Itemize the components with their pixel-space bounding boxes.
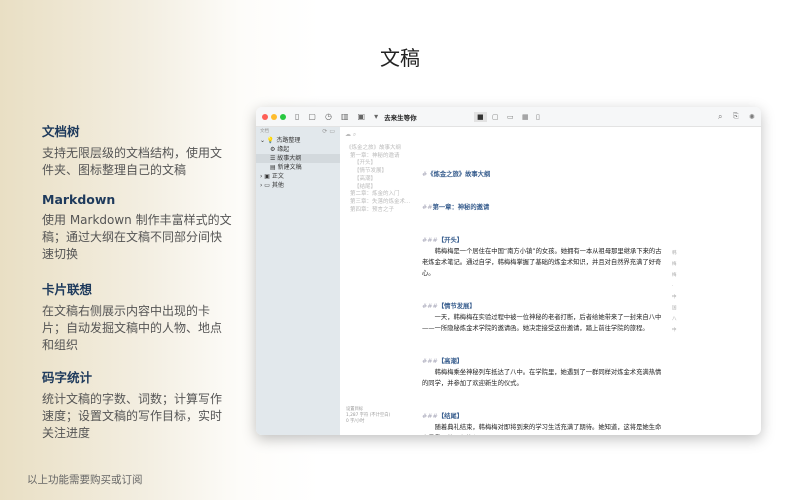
heading-marker: ### <box>422 358 438 365</box>
history-icon[interactable]: ◷ <box>325 112 332 121</box>
heading: ##第一章：神秘的邀请 <box>422 202 662 213</box>
paragraph-text: 随着典礼结束，韩梅梅对即将到来的学习生活充满了期待。她知道，这将是她生命中最重要… <box>434 424 662 431</box>
sidebar-item-folder[interactable]: ⌄ 💡 杰路整理 <box>256 136 340 145</box>
app-window: ▯ ▢ ◷ ▥ ▣ ▾ 去来生等你 ■ ▢ ▭ ▦ ▯ ⌕ ⎘ ✺ 文档 ⟳ ▭ … <box>256 107 761 435</box>
heading-marker: ### <box>422 237 438 244</box>
sidebar-item-label: 新建文稿 <box>277 164 302 171</box>
view-mode-editor-icon[interactable]: ■ <box>474 111 487 122</box>
feature-doc-tree: 文档树支持无限层级的文档结构，使用文件夹、图标整理自己的文稿 <box>42 121 232 179</box>
document-body[interactable]: #《炼金之旅》故事大纲 ##第一章：神秘的邀请 ###【开头】 韩梅梅是一个居住在中国… <box>422 169 677 435</box>
feature-text: 使用 Markdown 制作丰富样式的文稿；通过大纲在文稿不同部分间快速切换 <box>42 213 232 261</box>
sidebar-item-doc[interactable]: ▤ 新建文稿 <box>256 163 340 172</box>
image-icon[interactable]: ▣ <box>358 112 366 121</box>
heading: #《炼金之旅》故事大纲 <box>422 169 662 180</box>
sidebar-toggle-icon[interactable]: ▯ <box>295 112 299 121</box>
view-mode-split-icon[interactable]: ▢ <box>492 113 499 121</box>
outline-item[interactable]: 第三章：失落的炼金术... <box>346 199 410 207</box>
feature-markdown: Markdown 使用 Markdown 制作丰富样式的文稿；通过大纲在文稿不同部… <box>42 192 232 263</box>
zoom-button[interactable] <box>280 113 286 120</box>
document-title: 去来生等你 <box>384 113 417 122</box>
paragraph: 韩梅梅乘坐神秘列车抵达了八中。在学院里，她遇到了一群同样对炼金术充满热情的同学，… <box>422 367 662 389</box>
view-mode-preview-icon[interactable]: ▭ <box>507 113 514 121</box>
minimize-button[interactable] <box>271 113 277 120</box>
heading-text: 《炼金之旅》故事大纲 <box>427 171 491 178</box>
heading-marker: ## <box>422 204 433 211</box>
sidebar-item-label: 杰路整理 <box>276 137 301 144</box>
card-link[interactable]: 韩梅梅 · 中国 <box>672 248 677 314</box>
heading: ###【高潮】 <box>422 356 662 367</box>
outline-search-icons[interactable]: ☁ ⌕ <box>345 131 356 139</box>
paragraph: 一天，韩梅梅在实验过程中被一位神秘的老者打断，后者给她带来了一封来自八中——一所… <box>422 312 677 334</box>
speed: 0 字/小时 <box>346 419 365 424</box>
heading-text: 【高潮】 <box>437 358 464 365</box>
outline-item[interactable]: 第二章：炼金的入门 <box>346 191 410 199</box>
feature-cards: 卡片联想在文稿右侧展示内容中出现的卡片；自动发掘文稿中的人物、地点和组织 <box>42 279 232 354</box>
heading-marker: ### <box>422 413 438 420</box>
heading: ###【结尾】 <box>422 411 662 422</box>
paragraph-text: 韩梅梅乘坐神秘列车抵达了八中。在学院里，她遇到了一群同样对炼金术充满热情的同学，… <box>422 369 662 387</box>
outline-item[interactable]: 【开头】 <box>346 160 410 168</box>
chevron-down-icon[interactable]: ▾ <box>374 112 378 121</box>
page-title: 文稿 <box>380 46 420 70</box>
sidebar-item-label: 故事大纲 <box>277 155 302 162</box>
writing-stats: 设置目标 1,287 字符 (不计空白) 0 字/小时 <box>346 407 390 425</box>
card-link[interactable]: 八中 <box>672 314 677 336</box>
view-mode-page-icon[interactable]: ▯ <box>536 113 540 121</box>
heading: ###【开头】 <box>422 235 662 246</box>
outline-item[interactable]: 第四章：预言之子 <box>346 207 410 215</box>
feature-text: 支持无限层级的文档结构，使用文件夹、图标整理自己的文稿 <box>42 146 223 177</box>
outline: 《炼金之旅》故事大纲 第一章：神秘的邀请 【开头】 【情节发展】 【高潮】 【结尾】 第二章… <box>346 145 410 214</box>
paragraph: 随着典礼结束，韩梅梅对即将到来的学习生活充满了期待。她知道，这将是她生命中最重要… <box>422 422 662 435</box>
heading: ###【情节发展】 <box>422 301 662 312</box>
paragraph-text: 韩梅梅是一个居住在中国“南方小镇”的女孩。她拥有一本从祖母那里继承下来的古老炼金… <box>422 248 662 277</box>
paragraph-text: 一天，韩梅梅在实验过程中被一位神秘的老者打断，后者给她带来了一封来自八中——一所… <box>422 314 662 332</box>
sidebar-item-label: 缘起 <box>277 146 290 153</box>
toolbar: ▯ ▢ ◷ ▥ ▣ ▾ 去来生等你 ■ ▢ ▭ ▦ ▯ ⌕ ⎘ ✺ <box>256 107 761 127</box>
sidebar-item-folder[interactable]: › ▣ 正文 <box>256 172 340 181</box>
feature-stats: 码字统计统计文稿的字数、词数；计算写作速度；设置文稿的写作目标，实时关注进度 <box>42 367 232 442</box>
outline-item[interactable]: 【高潮】 <box>346 176 410 184</box>
search-icon[interactable]: ⌕ <box>718 112 722 122</box>
feature-heading: 码字统计 <box>42 370 93 385</box>
sidebar-item-folder[interactable]: › ▭ 其他 <box>256 181 340 190</box>
feature-text: 统计文稿的字数、词数；计算写作速度；设置文稿的写作目标，实时关注进度 <box>42 392 223 440</box>
settings-icon[interactable]: ✺ <box>749 113 755 121</box>
feature-heading: 文档树 <box>42 124 80 139</box>
footer-note: 以上功能需要购买或订阅 <box>27 474 143 486</box>
sidebar-header: 文档 ⟳ ▭ <box>256 127 340 136</box>
feature-heading: 卡片联想 <box>42 282 93 297</box>
outline-item[interactable]: 【情节发展】 <box>346 168 410 176</box>
trash-icon[interactable]: ▢ <box>308 112 316 121</box>
sidebar-item-label: 正文 <box>271 173 284 180</box>
heading-text: 【情节发展】 <box>437 303 476 310</box>
sidebar: 文档 ⟳ ▭ ⌄ 💡 杰路整理 ⚙ 缘起 ☰ 故事大纲 ▤ 新建文稿 › ▣ 正文… <box>256 127 340 435</box>
sidebar-item-label: 其他 <box>271 182 284 189</box>
close-button[interactable] <box>262 113 268 120</box>
sidebar-item-doc[interactable]: ⚙ 缘起 <box>256 145 340 154</box>
editor[interactable]: ☁ ⌕ 《炼金之旅》故事大纲 第一章：神秘的邀请 【开头】 【情节发展】 【高潮】 【结尾… <box>340 127 761 435</box>
heading-text: 【开头】 <box>437 237 464 244</box>
heading-text: 【结尾】 <box>437 413 464 420</box>
paragraph: 韩梅梅是一个居住在中国“南方小镇”的女孩。她拥有一本从祖母那里继承下来的古老炼金… <box>422 246 677 311</box>
share-icon[interactable]: ⎘ <box>733 112 739 121</box>
sidebar-item-doc-selected[interactable]: ☰ 故事大纲 <box>256 154 340 163</box>
feature-heading: Markdown <box>42 192 116 207</box>
sidebar-header-label: 文档 <box>260 129 269 134</box>
heading-text: 第一章：神秘的邀请 <box>432 204 490 211</box>
outline-item[interactable]: 《炼金之旅》故事大纲 <box>346 145 410 153</box>
feature-text: 在文稿右侧展示内容中出现的卡片；自动发掘文稿中的人物、地点和组织 <box>42 304 223 352</box>
new-folder-icon[interactable]: ⟳ ▭ <box>322 127 335 136</box>
stats-icon[interactable]: ▥ <box>341 112 349 121</box>
view-mode-cards-icon[interactable]: ▦ <box>522 113 529 121</box>
heading-marker: ### <box>422 303 438 310</box>
